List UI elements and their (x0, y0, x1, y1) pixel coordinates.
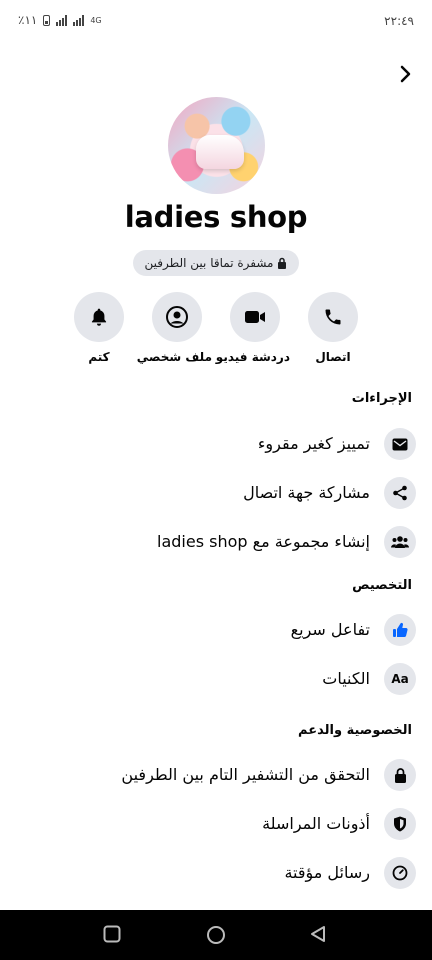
shield-icon (384, 808, 416, 840)
network-type: 4G (90, 15, 102, 25)
call-circle (308, 292, 358, 342)
profile-icon (166, 306, 188, 328)
share-contact-row[interactable]: مشاركة جهة اتصال (0, 472, 432, 516)
video-camera-icon (245, 311, 265, 323)
group-icon (384, 526, 416, 558)
home-button[interactable] (206, 925, 226, 945)
thumbs-up-icon (384, 614, 416, 646)
nicknames-row[interactable]: Aa الكنيات (0, 658, 432, 702)
message-permissions-label: أذونات المراسلة (262, 814, 370, 833)
square-icon (103, 925, 121, 943)
chevron-right-icon (400, 65, 411, 83)
video-chat-label: دردشة فيديو (215, 350, 290, 364)
quick-reaction-label: تفاعل سريع (290, 620, 370, 639)
battery-icon (43, 14, 51, 26)
video-circle (230, 292, 280, 342)
call-label: اتصال (315, 350, 351, 364)
disappearing-messages-label: رسائل مؤقتة (284, 863, 370, 882)
mute-circle (74, 292, 124, 342)
e2e-badge[interactable]: مشفرة تماقا بين الطرفين (133, 250, 299, 276)
lock-icon (278, 257, 287, 269)
back-nav-button[interactable] (309, 925, 329, 945)
verify-encryption-label: التحقق من التشفير التام بين الطرفين (121, 765, 370, 784)
profile-button[interactable]: ملف شخصي (136, 292, 212, 364)
section-title-actions: الإجراءات (351, 391, 412, 406)
system-nav-bar (0, 910, 432, 960)
circle-icon (207, 926, 225, 944)
verify-encryption-row[interactable]: التحقق من التشفير التام بين الطرفين (0, 754, 432, 798)
nickname-icon: Aa (384, 663, 416, 695)
profile-name: ladies shop (124, 200, 308, 234)
profile-circle (152, 292, 202, 342)
lock-icon (384, 759, 416, 791)
timer-icon (384, 857, 416, 889)
section-title-privacy: الخصوصية والدعم (298, 723, 412, 738)
battery-percent: ٪١١ (18, 13, 38, 27)
quick-reaction-row[interactable]: تفاعل سريع (0, 609, 432, 653)
disappearing-messages-row[interactable]: رسائل مؤقتة (0, 852, 432, 896)
section-title-customization: التخصيص (352, 578, 412, 593)
status-indicators: ٪١١ 4G (18, 13, 102, 27)
mute-label: كتم (88, 350, 110, 364)
nickname-glyph: Aa (391, 672, 409, 686)
call-button[interactable]: اتصال (298, 292, 368, 364)
mute-button[interactable]: كتم (64, 292, 134, 364)
profile-actions: اتصال دردشة فيديو ملف شخصي كتم (0, 292, 432, 372)
avatar-image (196, 135, 244, 169)
phone-icon (325, 309, 341, 325)
signal-icon-2 (73, 14, 85, 26)
triangle-back-icon (311, 926, 325, 942)
status-time: ٢٢:٤٩ (384, 14, 414, 28)
message-permissions-row[interactable]: أذونات المراسلة (0, 803, 432, 847)
share-icon (384, 477, 416, 509)
nicknames-label: الكنيات (322, 669, 370, 688)
profile-label: ملف شخصي (136, 350, 212, 364)
share-contact-label: مشاركة جهة اتصال (243, 483, 370, 502)
envelope-icon (384, 428, 416, 460)
create-group-label: إنشاء مجموعة مع ladies shop (157, 532, 370, 551)
status-bar: ٪١١ 4G ٢٢:٤٩ (0, 0, 432, 44)
create-group-row[interactable]: إنشاء مجموعة مع ladies shop (0, 521, 432, 565)
signal-icon (56, 14, 68, 26)
bell-icon (91, 308, 107, 326)
mark-unread-label: تمييز كغير مقروء (257, 434, 370, 453)
recent-apps-button[interactable] (103, 925, 123, 945)
avatar[interactable] (168, 97, 265, 194)
e2e-label: مشفرة تماقا بين الطرفين (144, 256, 274, 270)
back-button[interactable] (392, 60, 420, 88)
mark-unread-row[interactable]: تمييز كغير مقروء (0, 423, 432, 467)
video-chat-button[interactable]: دردشة فيديو (215, 292, 290, 364)
